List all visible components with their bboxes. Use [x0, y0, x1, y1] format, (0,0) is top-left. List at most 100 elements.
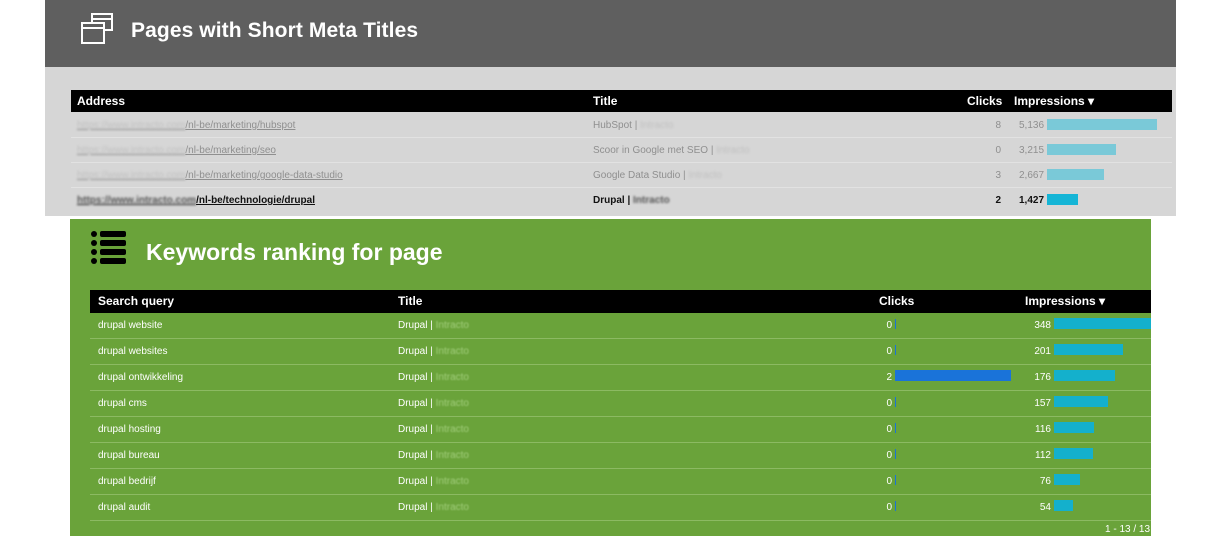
- table-row[interactable]: https://www.intracto.com/nl-be/marketing…: [71, 138, 1172, 163]
- table-row[interactable]: drupal websites Drupal | Intracto 0 201: [90, 339, 1151, 365]
- title-cell: Drupal | Intracto: [593, 195, 670, 206]
- address-link[interactable]: https://www.intracto.com/nl-be/marketing…: [77, 170, 343, 181]
- address-domain: https://www.intracto.com: [77, 170, 186, 181]
- table-row[interactable]: drupal bureau Drupal | Intracto 0 112: [90, 443, 1151, 469]
- title-cell: Drupal | Intracto: [398, 424, 469, 435]
- impressions-bar: [1054, 396, 1108, 407]
- short-meta-titles-panel: Pages with Short Meta Titles Address Tit…: [45, 0, 1176, 216]
- impressions-bar: [1054, 500, 1073, 511]
- table-row[interactable]: drupal ontwikkeling Drupal | Intracto 2 176: [90, 365, 1151, 391]
- title-cell: Drupal | Intracto: [398, 450, 469, 461]
- table-row[interactable]: https://www.intracto.com/nl-be/marketing…: [71, 113, 1172, 138]
- impressions-value: 176: [1034, 372, 1051, 383]
- column-header-title[interactable]: Title: [398, 294, 422, 308]
- title-brand: Intracto: [640, 120, 674, 131]
- clicks-bar: [895, 345, 896, 355]
- title-text: Drupal |: [398, 424, 436, 435]
- table-row[interactable]: drupal cms Drupal | Intracto 0 157: [90, 391, 1151, 417]
- clicks-bar: [895, 501, 896, 511]
- table-row[interactable]: drupal bedrijf Drupal | Intracto 0 76: [90, 469, 1151, 495]
- title-brand: Intracto: [435, 346, 469, 357]
- impressions-value: 76: [1039, 476, 1051, 487]
- keywords-ranking-panel: Keywords ranking for page Search query T…: [70, 219, 1151, 536]
- column-header-address[interactable]: Address: [77, 94, 125, 108]
- table-row[interactable]: drupal audit Drupal | Intracto 0 54: [90, 495, 1151, 521]
- address-path: /nl-be/technologie/drupal: [196, 195, 315, 206]
- clicks-bar: [895, 319, 896, 329]
- address-link[interactable]: https://www.intracto.com/nl-be/technolog…: [77, 195, 315, 206]
- table-row[interactable]: drupal website Drupal | Intracto 0 348: [90, 313, 1151, 339]
- search-query: drupal cms: [98, 398, 147, 409]
- impressions-bar: [1054, 422, 1094, 433]
- clicks-value: 0: [886, 346, 892, 357]
- clicks-value: 0: [886, 502, 892, 513]
- column-header-search-query[interactable]: Search query: [98, 294, 174, 308]
- title-cell: HubSpot | Intracto: [593, 120, 673, 131]
- column-header-clicks[interactable]: Clicks: [967, 94, 1002, 108]
- clicks-bar: [895, 370, 1011, 381]
- impressions-value: 201: [1034, 346, 1051, 357]
- impressions-bar: [1054, 474, 1080, 485]
- impressions-bar: [1047, 119, 1157, 130]
- table-row[interactable]: drupal hosting Drupal | Intracto 0 116: [90, 417, 1151, 443]
- address-link[interactable]: https://www.intracto.com/nl-be/marketing…: [77, 145, 276, 156]
- pagination-label: 1 - 13 / 13: [1105, 524, 1151, 535]
- address-link[interactable]: https://www.intracto.com/nl-be/marketing…: [77, 120, 295, 131]
- title-brand: Intracto: [716, 145, 750, 156]
- address-domain: https://www.intracto.com: [77, 195, 197, 206]
- clicks-value: 0: [886, 450, 892, 461]
- clicks-value: 0: [886, 424, 892, 435]
- title-brand: Intracto: [435, 424, 469, 435]
- impressions-value: 157: [1034, 398, 1051, 409]
- title-brand: Intracto: [435, 450, 469, 461]
- column-header-impressions[interactable]: Impressions ▾: [1025, 294, 1105, 308]
- title-cell: Drupal | Intracto: [398, 502, 469, 513]
- title-cell: Scoor in Google met SEO | Intracto: [593, 145, 750, 156]
- impressions-value: 116: [1035, 424, 1051, 435]
- column-header-clicks[interactable]: Clicks: [879, 294, 914, 308]
- panel-title: Pages with Short Meta Titles: [131, 19, 419, 42]
- impressions-bar: [1054, 344, 1123, 355]
- table-header: Search query Title Clicks Impressions ▾: [90, 290, 1151, 313]
- clicks-value: 2: [995, 195, 1001, 206]
- impressions-bar: [1047, 194, 1078, 205]
- search-query: drupal website: [98, 320, 163, 331]
- table-row[interactable]: https://www.intracto.com/nl-be/marketing…: [71, 163, 1172, 188]
- clicks-value: 2: [886, 372, 892, 383]
- title-brand: Intracto: [435, 320, 469, 331]
- title-brand: Intracto: [435, 476, 469, 487]
- title-text: Google Data Studio |: [593, 170, 689, 181]
- title-cell: Google Data Studio | Intracto: [593, 170, 722, 181]
- title-brand: Intracto: [688, 170, 722, 181]
- title-brand: Intracto: [435, 398, 469, 409]
- address-path: /nl-be/marketing/google-data-studio: [185, 170, 343, 181]
- search-query: drupal websites: [98, 346, 168, 357]
- impressions-bar: [1054, 448, 1093, 459]
- impressions-value: 112: [1035, 450, 1051, 461]
- clicks-value: 3: [995, 170, 1001, 181]
- clicks-value: 0: [995, 145, 1001, 156]
- title-text: Drupal |: [398, 346, 436, 357]
- title-text: Drupal |: [398, 476, 436, 487]
- address-path: /nl-be/marketing/hubspot: [185, 120, 296, 131]
- column-header-title[interactable]: Title: [593, 94, 617, 108]
- clicks-bar: [895, 475, 896, 485]
- search-query: drupal ontwikkeling: [98, 372, 184, 383]
- impressions-value: 2,667: [1019, 170, 1045, 181]
- title-cell: Drupal | Intracto: [398, 476, 469, 487]
- search-query: drupal audit: [98, 502, 151, 513]
- address-domain: https://www.intracto.com: [77, 145, 186, 156]
- impressions-value: 3,215: [1019, 145, 1045, 156]
- column-header-impressions[interactable]: Impressions ▾: [1014, 94, 1094, 108]
- table-header: Address Title Clicks Impressions ▾: [71, 90, 1172, 112]
- table-row[interactable]: https://www.intracto.com/nl-be/technolog…: [71, 188, 1172, 213]
- clicks-bar: [895, 423, 896, 433]
- title-text: Drupal |: [398, 502, 436, 513]
- search-query: drupal hosting: [98, 424, 161, 435]
- title-brand: Intracto: [435, 372, 469, 383]
- title-cell: Drupal | Intracto: [398, 346, 469, 357]
- impressions-bar: [1047, 144, 1116, 155]
- impressions-bar: [1047, 169, 1104, 180]
- impressions-bar: [1054, 318, 1151, 329]
- list-icon: [91, 231, 126, 264]
